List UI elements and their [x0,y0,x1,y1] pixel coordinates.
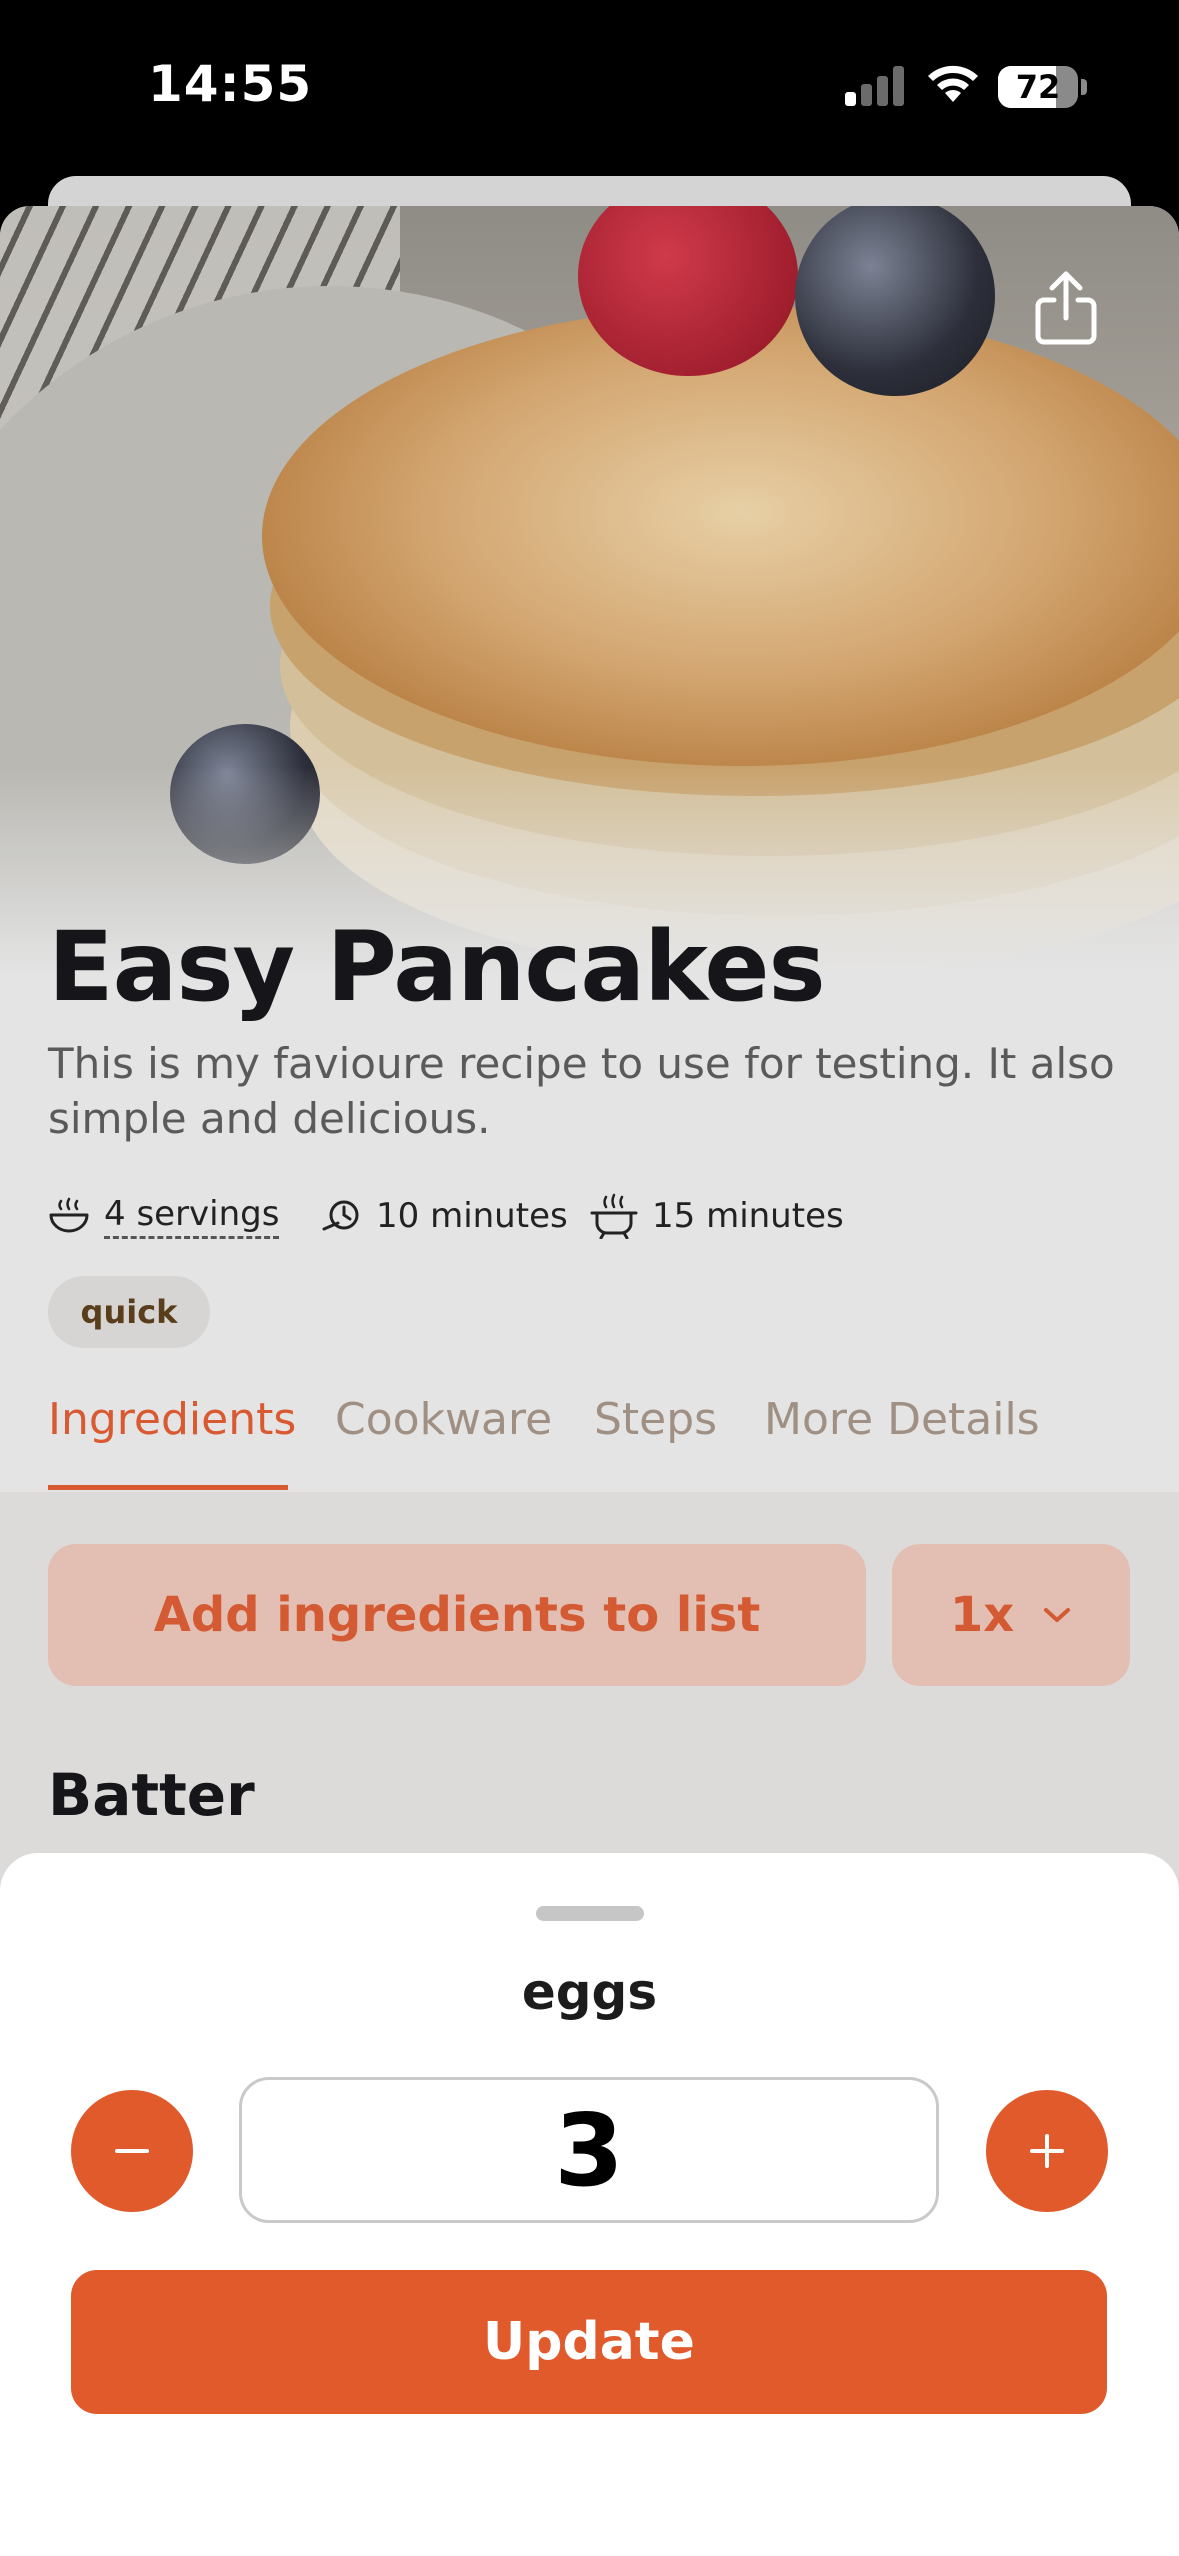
minus-icon [115,2149,149,2153]
chevron-down-icon [1044,1608,1071,1622]
quantity-edit-sheet: eggs Update [0,1853,1179,2556]
recipe-description: This is my favioure recipe to use for te… [48,1039,1115,1143]
status-time: 14:55 [148,55,313,113]
battery-percent: 72 [1015,68,1061,106]
quantity-input[interactable] [239,2077,939,2223]
ingredient-name: eggs [521,1963,658,2021]
add-ingredients-button[interactable]: Add ingredients to list [48,1544,866,1686]
cook-time: 15 minutes [590,1191,844,1241]
bowl-icon [49,1197,89,1233]
plus-icon [1030,2134,1064,2168]
sheet-grabber[interactable] [536,1906,644,1921]
servings-label: 4 servings [104,1194,280,1239]
increase-button[interactable] [986,2090,1108,2212]
ingredient-section-title: Batter [48,1761,255,1829]
scale-select[interactable]: 1x [892,1544,1130,1686]
scale-value: 1x [949,1587,1015,1643]
battery-nub [1081,79,1087,95]
recipe-title: Easy Pancakes [48,911,826,1023]
cellular-signal-icon [845,66,907,106]
decrease-button[interactable] [71,2090,193,2212]
share-icon[interactable] [1030,268,1102,348]
tag-chip[interactable]: quick [48,1276,210,1348]
pot-icon [590,1193,638,1239]
tab-steps[interactable]: Steps [594,1394,717,1445]
status-bar: 14:55 72 [0,0,1179,170]
cook-time-label: 15 minutes [652,1196,844,1236]
prep-time-icon [322,1200,359,1231]
recipe-hero-image [0,206,1179,976]
prep-time: 10 minutes [320,1191,568,1241]
tab-more-details[interactable]: More Details [764,1394,1040,1445]
update-button[interactable]: Update [71,2270,1107,2414]
wifi-icon [928,65,978,102]
tab-ingredients[interactable]: Ingredients [48,1394,296,1445]
battery-indicator: 72 [998,66,1078,108]
prep-time-label: 10 minutes [376,1196,568,1236]
tab-cookware[interactable]: Cookware [335,1394,552,1445]
servings-control[interactable]: 4 servings [48,1191,280,1241]
active-tab-indicator [48,1485,288,1490]
